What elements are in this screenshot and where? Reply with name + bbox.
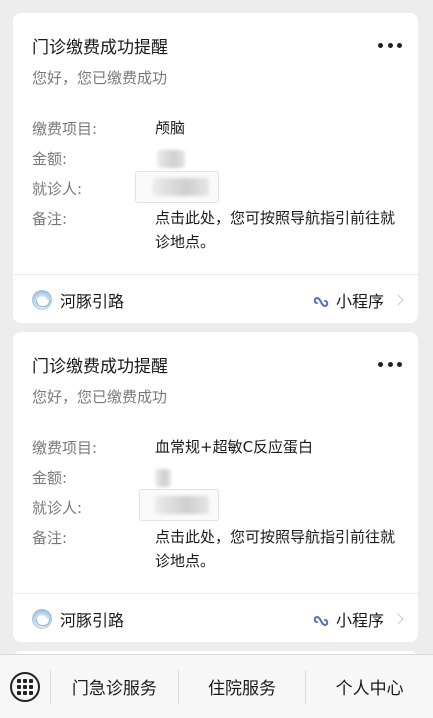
field-label-amount: 金额: [32,469,68,487]
field-label-item: 缴费项目: [32,120,98,138]
field-label-item: 缴费项目: [32,439,98,457]
card-title: 门诊缴费成功提醒 [32,38,168,58]
tab-outpatient-emergency[interactable]: 门急诊服务 [51,655,178,718]
mini-program-link[interactable]: 小程序 [312,607,404,631]
mini-program-label: 小程序 [335,292,384,311]
bottom-menu-bar: 门急诊服务 住院服务 个人中心 [0,654,433,718]
redacted-patient-name [155,496,209,514]
app-name: 河豚引路 [60,611,125,630]
field-value-item: 颅脑 [155,119,186,137]
mini-program-link-icon [313,296,329,308]
field-label-patient: 就诊人: [32,499,83,517]
field-label-patient: 就诊人: [32,180,83,198]
message-feed[interactable]: 门诊缴费成功提醒 您好，您已缴费成功 缴费项目: 颅脑 金额: 就诊人: 备注:… [0,0,433,654]
chevron-right-icon [392,294,404,306]
field-label-remark: 备注: [32,529,68,547]
payment-notice-card[interactable]: 门诊缴费成功提醒 您好，您已缴费成功 缴费项目: 颅脑 金额: 就诊人: 备注:… [13,13,418,323]
card-subtitle: 您好，您已缴费成功 [32,69,168,87]
keyboard-icon [10,671,40,702]
redacted-amount [155,469,171,487]
mini-program-source[interactable]: 河豚引路 [32,607,124,631]
card-title: 门诊缴费成功提醒 [32,357,168,377]
payment-notice-card[interactable]: 门诊缴费成功提醒 您好，您已缴费成功 缴费项目: 血常规+超敏C反应蛋白 金额:… [13,332,418,642]
redacted-amount [157,150,185,168]
pufferfish-logo-icon [32,290,52,310]
divider [13,274,418,275]
chevron-right-icon [392,613,404,625]
mini-program-source[interactable]: 河豚引路 [32,288,124,312]
more-dots-icon[interactable] [378,361,402,367]
field-value-remark[interactable]: 点击此处，您可按照导航指引前往就诊地点。 [155,206,395,254]
mini-program-link[interactable]: 小程序 [312,288,404,312]
mini-program-link-icon [313,615,329,627]
field-value-remark[interactable]: 点击此处，您可按照导航指引前往就诊地点。 [155,525,395,573]
more-dots-icon[interactable] [378,42,402,48]
pufferfish-logo-icon [32,609,52,629]
keyboard-toggle-button[interactable] [0,655,50,718]
tab-inpatient[interactable]: 住院服务 [179,655,306,718]
redacted-patient-name [153,178,209,196]
field-label-amount: 金额: [32,150,68,168]
divider [13,593,418,594]
field-value-item: 血常规+超敏C反应蛋白 [155,438,314,456]
tab-personal-center[interactable]: 个人中心 [306,655,433,718]
field-label-remark: 备注: [32,210,68,228]
app-name: 河豚引路 [60,292,125,311]
card-subtitle: 您好，您已缴费成功 [32,388,168,406]
mini-program-label: 小程序 [335,611,384,630]
